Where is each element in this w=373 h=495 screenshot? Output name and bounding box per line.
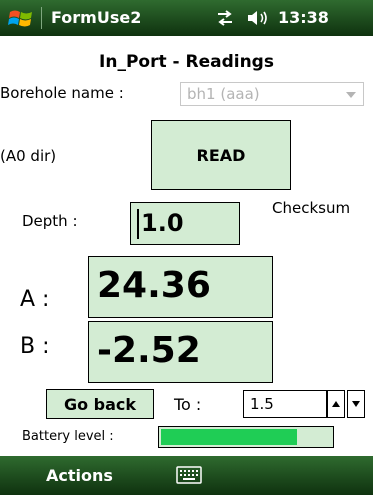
text-caret [137, 209, 139, 239]
title-bar: FormUse2 13:38 [0, 0, 373, 36]
to-depth-input[interactable]: 1.5 [243, 390, 327, 418]
actions-softkey[interactable]: Actions [46, 466, 113, 485]
clock[interactable]: 13:38 [278, 8, 329, 27]
depth-input[interactable]: 1.0 [130, 202, 240, 245]
reading-a-value: 24.36 [97, 265, 211, 306]
read-button[interactable]: READ [151, 120, 291, 190]
volume-icon[interactable] [246, 9, 270, 27]
battery-level-fill [161, 429, 297, 445]
reading-b-field: -2.52 [88, 321, 273, 383]
softkey-bar: Actions [0, 456, 373, 495]
reading-b-value: -2.52 [97, 330, 201, 371]
arrow-up-icon [332, 401, 340, 407]
go-back-button[interactable]: Go back [46, 389, 154, 419]
page-title: In_Port - Readings [99, 52, 274, 72]
borehole-dropdown[interactable]: bh1 (aaa) [180, 82, 364, 106]
spin-down-button[interactable] [347, 390, 365, 418]
chevron-down-icon [346, 92, 356, 98]
checksum-label: Checksum [272, 199, 351, 217]
windows-start-icon[interactable] [8, 6, 34, 32]
direction-label: (A0 dir) [0, 147, 57, 165]
depth-value: 1.0 [141, 209, 184, 237]
borehole-value: bh1 (aaa) [187, 85, 260, 103]
reading-a-label: A : [20, 287, 50, 312]
to-depth-value: 1.5 [250, 395, 274, 413]
spin-up-button[interactable] [327, 390, 345, 418]
reading-a-field: 24.36 [88, 256, 273, 318]
borehole-label: Borehole name : [0, 84, 124, 102]
arrow-down-icon [352, 401, 360, 407]
connectivity-icon[interactable] [215, 9, 235, 27]
reading-b-label: B : [20, 334, 50, 359]
to-label: To : [174, 395, 202, 414]
battery-label: Battery level : [22, 429, 114, 444]
app-title: FormUse2 [51, 8, 142, 27]
title-separator [41, 7, 42, 29]
battery-level-bar [158, 426, 334, 448]
depth-label: Depth : [22, 212, 78, 230]
keyboard-icon[interactable] [176, 466, 202, 484]
